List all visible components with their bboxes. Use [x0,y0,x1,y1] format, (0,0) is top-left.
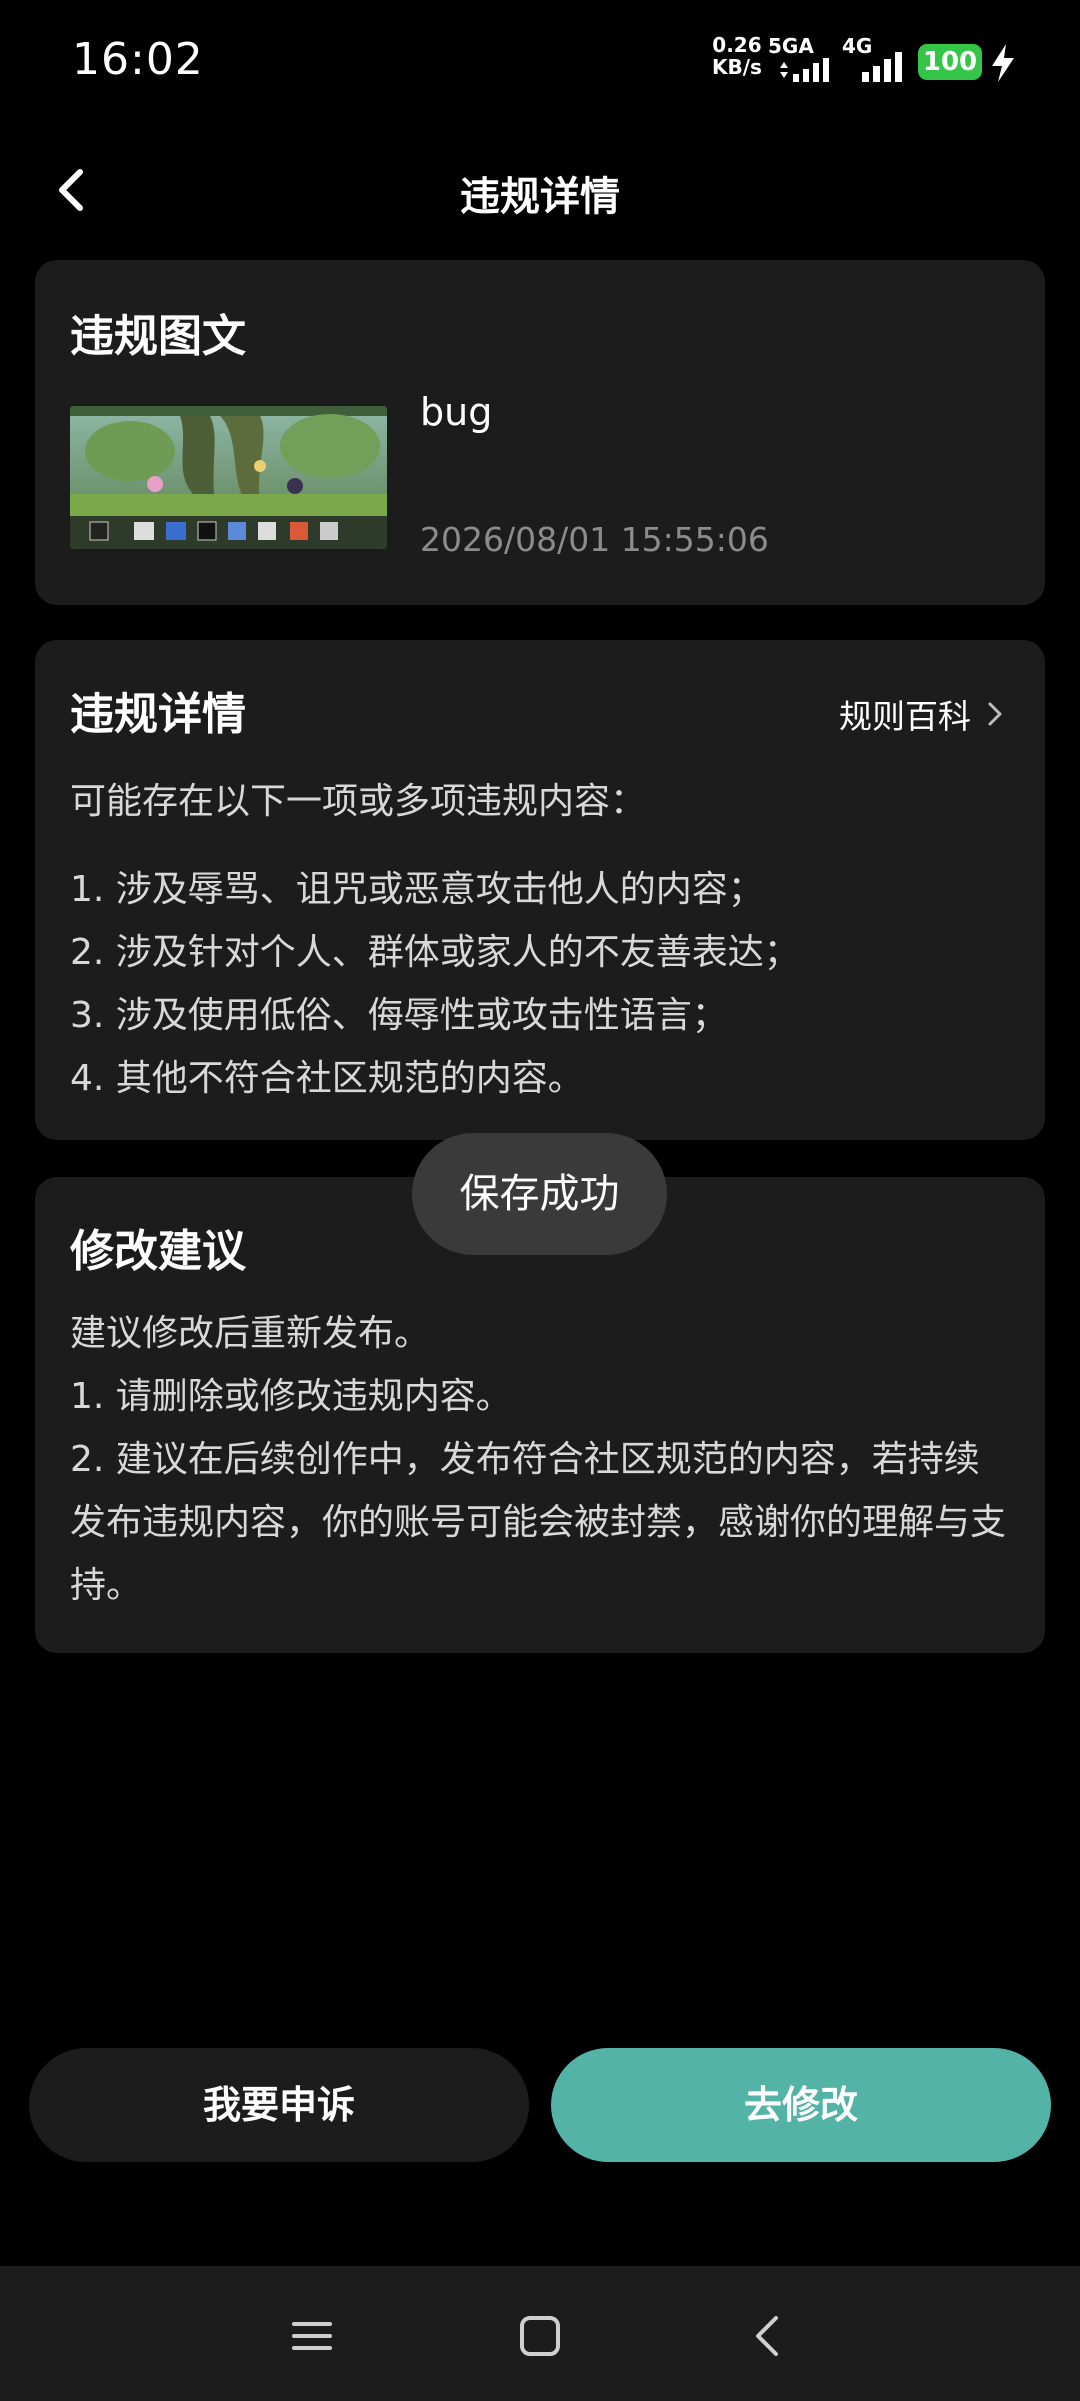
game-screenshot-image [70,406,387,549]
page-title: 违规详情 [460,174,620,220]
violation-post-card: 违规图文 bug 2026/08/01 15:55:06 [35,260,1045,605]
list-item: 2. 涉及针对个人、群体或家人的不友善表达； [70,932,800,973]
menu-button[interactable] [282,2306,342,2366]
rules-wiki-link[interactable]: 规则百科 [839,690,1005,738]
status-time: 16:02 [72,34,204,85]
network-speed: 0.26 KB/s [712,34,762,78]
violation-intro: 可能存在以下一项或多项违规内容： [70,781,647,822]
network-speed-value: 0.26 [712,33,762,57]
charging-icon [992,44,1014,82]
appeal-button[interactable]: 我要申诉 [29,2048,529,2162]
app-header: 违规详情 [0,150,1080,232]
suggestion-line: 1. 请删除或修改违规内容。 [70,1376,512,1417]
system-nav-bar [0,2266,1080,2401]
menu-icon [292,2322,332,2350]
edit-button[interactable]: 去修改 [551,2048,1051,2162]
violation-list: 1. 涉及辱骂、诅咒或恶意攻击他人的内容； 2. 涉及针对个人、群体或家人的不友… [70,858,800,1110]
signal-5g-icon [780,58,829,82]
status-bar: 16:02 0.26 KB/s 5GA 4G 100 [0,0,1080,125]
post-timestamp: 2026/08/01 15:55:06 [420,520,769,559]
list-item: 4. 其他不符合社区规范的内容。 [70,1058,584,1099]
details-card-title: 违规详情 [70,689,246,740]
violation-details-card: 违规详情 规则百科 可能存在以下一项或多项违规内容： 1. 涉及辱骂、诅咒或恶意… [35,640,1045,1140]
suggestion-line: 2. 建议在后续创作中，发布符合社区规范的内容，若持续发布违规内容，你的账号可能… [70,1439,1007,1606]
post-content-text: bug [420,390,493,434]
battery-indicator: 100 [918,44,982,80]
nav-back-button[interactable] [738,2306,798,2366]
suggestion-line: 建议修改后重新发布。 [70,1313,431,1354]
rules-wiki-label: 规则百科 [839,697,971,736]
suggestions-card-title: 修改建议 [70,1226,246,1277]
list-item: 3. 涉及使用低俗、侮辱性或攻击性语言； [70,995,728,1036]
post-thumbnail[interactable] [70,406,387,549]
suggestions-text: 建议修改后重新发布。 1. 请删除或修改违规内容。 2. 建议在后续创作中，发布… [70,1302,1015,1617]
chevron-right-icon [988,702,1002,726]
network-speed-unit: KB/s [712,55,762,79]
back-triangle-icon [756,2316,778,2356]
list-item: 1. 涉及辱骂、诅咒或恶意攻击他人的内容； [70,869,764,910]
signal-4g-icon [862,52,902,82]
post-card-title: 违规图文 [70,311,246,362]
home-button[interactable] [510,2306,570,2366]
save-success-toast: 保存成功 [412,1133,667,1255]
network-5g-label: 5GA [768,34,814,58]
home-square-icon [520,2316,560,2356]
